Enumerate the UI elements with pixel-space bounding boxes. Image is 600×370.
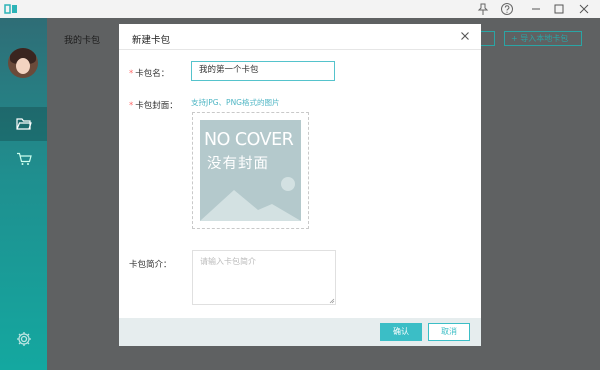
import-local-pack-button[interactable]: + 导入本地卡包 [504, 31, 582, 46]
sidebar-item-my-packs[interactable] [0, 107, 47, 141]
cancel-button[interactable]: 取消 [428, 323, 470, 341]
minimize-icon[interactable] [529, 2, 543, 16]
close-icon [461, 32, 469, 40]
pack-intro-label: 卡包简介： [129, 260, 172, 270]
dialog-header: 新建卡包 [119, 24, 481, 50]
resize-grip-icon[interactable] [329, 298, 335, 304]
mountain-icon [200, 177, 301, 221]
maximize-icon[interactable] [552, 2, 566, 16]
dialog-footer: 确认 取消 [119, 318, 481, 346]
close-icon[interactable] [577, 2, 591, 16]
cover-upload-area[interactable]: NO COVER 没有封面 [192, 112, 309, 229]
page-title: 我的卡包 [64, 36, 101, 46]
window-titlebar [0, 0, 600, 18]
avatar[interactable] [8, 48, 38, 78]
dialog-close-button[interactable] [458, 29, 472, 43]
sidebar [0, 18, 47, 370]
pack-cover-label: * 卡包封面： [129, 101, 178, 111]
dialog-title: 新建卡包 [132, 35, 171, 46]
help-icon[interactable] [500, 2, 514, 16]
cover-format-hint: 支持JPG、PNG格式的图片 [191, 98, 280, 107]
pack-name-input[interactable]: 我的第一个卡包 [191, 61, 335, 81]
app-logo-icon [4, 3, 18, 15]
sidebar-item-shop[interactable] [0, 142, 47, 176]
gear-icon[interactable] [15, 330, 33, 348]
pack-intro-textarea[interactable]: 请输入卡包简介 [192, 250, 336, 305]
confirm-button[interactable]: 确认 [380, 323, 422, 341]
pin-icon[interactable] [476, 2, 490, 16]
cart-icon [16, 152, 32, 166]
new-pack-dialog: 新建卡包 * 卡包名： 我的第一个卡包 * 卡包封面： 支持JPG、PNG格式的图片… [119, 24, 481, 346]
pack-name-label: * 卡包名： [129, 69, 170, 79]
folder-icon [16, 117, 32, 131]
no-cover-placeholder: NO COVER 没有封面 [200, 120, 301, 221]
